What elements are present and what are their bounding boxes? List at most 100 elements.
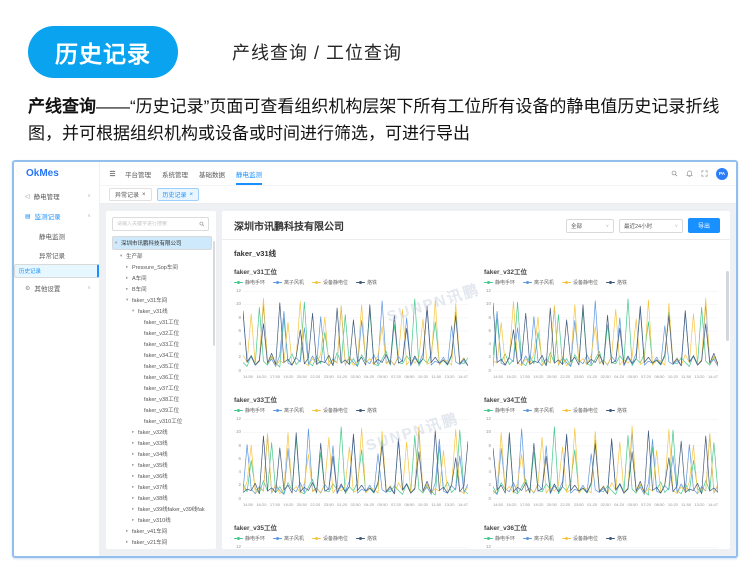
tree-node[interactable]: ▸A车间 [112,272,212,283]
bell-icon[interactable] [686,170,693,177]
tree-node[interactable]: faker_v32工位 [112,327,212,338]
x-tick-label: 10:20 [418,374,428,379]
tree-node[interactable]: ▸faker_v34线 [112,448,212,459]
search-icon[interactable] [671,170,678,177]
tree-node[interactable]: ▸faker_v51车间 [112,547,212,549]
x-tick-label: 05:50 [628,374,638,379]
tree-node[interactable]: faker_v39工位 [112,404,212,415]
tree-node[interactable]: faker_v38工位 [112,393,212,404]
tree-node[interactable]: ▸faker_v33线 [112,437,212,448]
legend-item[interactable]: 离子风机 [273,407,304,414]
tree-node[interactable]: faker_v35工位 [112,360,212,371]
tree-node-label: faker_v41车间 [132,527,167,535]
legend-item[interactable]: 烙铁 [356,279,377,286]
y-tick-label: 0 [484,369,491,374]
legend-item[interactable]: 离子风机 [523,279,554,286]
device-filter-select[interactable]: 全部∨ [566,219,614,233]
topnav-item[interactable]: 平台管理 [125,162,151,185]
legend-item[interactable]: 设备静电位 [312,407,348,414]
tree-node[interactable]: ▸faker_v36线 [112,470,212,481]
x-tick-label: 11:50 [681,502,691,507]
tree-node[interactable]: ▸B车间 [112,283,212,294]
tree-node[interactable]: ▸faker_v41车间 [112,525,212,536]
chart-legend: 静电手环 离子风机 设备静电位 烙铁 [234,407,468,414]
legend-item[interactable]: 设备静电位 [312,535,348,542]
tree-node-label: faker_v51车间 [132,549,167,550]
sidebar-item-异常记录[interactable]: 异常记录 [14,245,99,264]
sidebar-item-历史记录[interactable]: 历史记录 [14,264,99,278]
legend-label: 静电手环 [245,279,265,286]
tree-node[interactable]: ▸faker_v32线 [112,426,212,437]
tree-node[interactable]: ▸faker_v37线 [112,481,212,492]
sidebar-group-监测记录[interactable]: ▤监测记录∧ [14,206,99,226]
tree-node[interactable]: ▸Pressure_Sop车间 [112,261,212,272]
tab-close-icon[interactable]: × [190,192,194,198]
panel-scrollbar[interactable] [726,271,729,341]
station-chart: faker_v35工位静电手环离子风机设备静电位烙铁12108642014:50… [234,519,468,549]
tree-node[interactable]: faker_v34工位 [112,349,212,360]
tree-node[interactable]: faker_v37工位 [112,382,212,393]
tree-node[interactable]: faker_v33工位 [112,338,212,349]
tree-search-input[interactable] [117,221,199,227]
y-tick-label: 8 [234,444,241,449]
tree-node[interactable]: ▸faker_v21车间 [112,536,212,547]
legend-item[interactable]: 离子风机 [523,407,554,414]
legend-item[interactable]: 离子风机 [273,279,304,286]
legend-marker-icon [562,537,571,541]
tree-scrollbar[interactable] [213,241,215,346]
user-avatar[interactable]: PA [716,168,728,180]
legend-item[interactable]: 烙铁 [606,535,627,542]
y-tick-label: 4 [484,470,491,475]
tree-node[interactable]: faker_v36工位 [112,371,212,382]
legend-item[interactable]: 设备静电位 [562,279,598,286]
page-tab[interactable]: 异常记录× [109,188,152,201]
legend-item[interactable]: 烙铁 [606,407,627,414]
tree-node[interactable]: ▾faker_v31线 [112,305,212,316]
time-range-select[interactable]: 最近24小时∨ [619,219,683,233]
sidebar-group-静电管理[interactable]: ◁静电管理∨ [14,186,99,206]
y-tick-label: 12 [234,545,241,549]
topnav-item[interactable]: 静电监测 [236,162,262,185]
page-tab[interactable]: 历史记录× [157,188,200,201]
tree-node[interactable]: faker_v31工位 [112,316,212,327]
legend-item[interactable]: 静电手环 [484,279,515,286]
legend-item[interactable]: 设备静电位 [562,535,598,542]
tree-node[interactable]: faker_v310工位 [112,415,212,426]
tab-close-icon[interactable]: × [142,192,146,198]
legend-item[interactable]: 静电手环 [484,407,515,414]
legend-item[interactable]: 离子风机 [523,535,554,542]
legend-item[interactable]: 离子风机 [273,535,304,542]
sidebar-group-其他设置[interactable]: ⚙其他设置∨ [14,278,99,298]
legend-item[interactable]: 设备静电位 [562,407,598,414]
tree-node[interactable]: ▾faker_v31车间 [112,294,212,305]
x-tick-label: 16:20 [256,502,266,507]
sidebar-menu: ◁静电管理∨▤监测记录∧静电监测异常记录历史记录⚙其他设置∨ [14,186,99,298]
y-tick-label: 8 [484,444,491,449]
topnav-item[interactable]: 系统管理 [162,162,188,185]
tree-node[interactable]: ▸faker_v38线 [112,492,212,503]
tree-node[interactable]: ▾深圳市讯鹏科技有限公司 [112,236,212,250]
legend-item[interactable]: 静电手环 [234,279,265,286]
legend-item[interactable]: 静电手环 [234,535,265,542]
tree-node-label: B车间 [132,285,147,293]
menu-collapse-icon[interactable] [109,170,116,177]
tree-node[interactable]: ▸faker_v35线 [112,459,212,470]
legend-item[interactable]: 设备静电位 [312,279,348,286]
fullscreen-icon[interactable] [701,170,708,177]
legend-item[interactable]: 静电手环 [234,407,265,414]
legend-item[interactable]: 烙铁 [356,535,377,542]
tree-node[interactable]: ▾生产部 [112,250,212,261]
sidebar-item-静电监测[interactable]: 静电监测 [14,226,99,245]
okmes-logo[interactable]: OkMes [14,162,99,186]
tree-node[interactable]: ▸faker_v310线 [112,514,212,525]
export-button[interactable]: 导出 [688,218,720,233]
search-icon[interactable] [199,221,205,227]
legend-item[interactable]: 烙铁 [606,279,627,286]
y-tick-label: 6 [484,329,491,334]
x-tick-label: 10:20 [418,502,428,507]
x-tick-label: 22:20 [560,502,570,507]
legend-item[interactable]: 烙铁 [356,407,377,414]
topnav-item[interactable]: 基础数据 [199,162,225,185]
tree-node[interactable]: ▸faker_v39线faker_v39线fak [112,503,212,514]
legend-item[interactable]: 静电手环 [484,535,515,542]
